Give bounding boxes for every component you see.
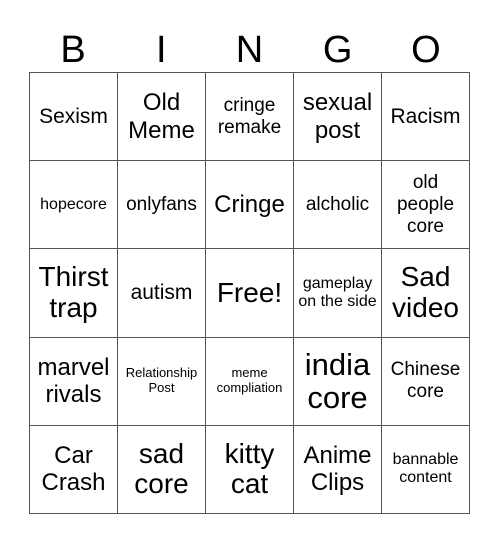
header-letter-o: O (411, 29, 441, 71)
bingo-header: B I N G O (29, 28, 470, 72)
bingo-cell[interactable]: sexual post (294, 73, 382, 162)
cell-text: marvel rivals (37, 353, 110, 409)
cell-text: autism (130, 280, 193, 304)
cell-text: hopecore (40, 195, 107, 213)
free-space-text: Free! (216, 276, 283, 308)
cell-text: gameplay on the side (298, 274, 377, 310)
cell-text: Chinese core (390, 359, 461, 403)
header-letter-b: B (60, 29, 86, 71)
header-letter-i: I (156, 29, 167, 71)
bingo-cell[interactable]: kitty cat (206, 425, 294, 514)
bingo-cell[interactable]: autism (118, 249, 206, 338)
cell-text: kitty cat (224, 437, 275, 500)
header-letter-n: N (235, 29, 264, 71)
bingo-cell[interactable]: Car Crash (30, 425, 118, 514)
cell-text: india core (304, 346, 371, 416)
cell-text: onlyfans (126, 193, 197, 215)
bingo-cell[interactable]: Anime Clips (294, 425, 382, 514)
cell-text: old people core (396, 172, 455, 237)
bingo-cell[interactable]: old people core (382, 161, 470, 250)
cell-text: sexual post (302, 89, 373, 144)
bingo-cell[interactable]: Relationship Post (118, 337, 206, 426)
bingo-cell[interactable]: Chinese core (382, 337, 470, 426)
bingo-cell[interactable]: cringe remake (206, 73, 294, 162)
cell-text: Racism (390, 104, 461, 128)
cell-text: Anime Clips (303, 441, 372, 497)
bingo-cell[interactable]: Sad video (382, 249, 470, 338)
bingo-grid: Sexism Old Meme cringe remake sexual pos… (29, 72, 470, 514)
cell-text: Thirst trap (38, 261, 109, 323)
cell-text: Old Meme (128, 89, 195, 144)
cell-text: Sexism (39, 104, 108, 128)
bingo-cell[interactable]: Thirst trap (30, 249, 118, 338)
bingo-cell[interactable]: gameplay on the side (294, 249, 382, 338)
bingo-cell[interactable]: hopecore (30, 161, 118, 250)
bingo-cell[interactable]: Cringe (206, 161, 294, 250)
cell-text: sad core (134, 437, 189, 500)
bingo-cell[interactable]: Sexism (30, 73, 118, 162)
bingo-cell[interactable]: marvel rivals (30, 337, 118, 426)
free-space-cell[interactable]: Free! (206, 249, 294, 338)
bingo-cell[interactable]: india core (294, 337, 382, 426)
cell-text: alcholic (305, 193, 370, 215)
cell-text: meme compliation (216, 365, 283, 396)
bingo-cell[interactable]: meme compliation (206, 337, 294, 426)
cell-text: Sad video (392, 261, 459, 323)
cell-text: Cringe (214, 190, 285, 218)
cell-text: Car Crash (41, 441, 106, 497)
bingo-cell[interactable]: Old Meme (118, 73, 206, 162)
cell-text: bannable content (392, 451, 459, 487)
cell-text: cringe remake (217, 94, 282, 138)
bingo-cell[interactable]: sad core (118, 425, 206, 514)
header-letter-g: G (322, 29, 353, 71)
bingo-cell[interactable]: alcholic (294, 161, 382, 250)
bingo-cell[interactable]: Racism (382, 73, 470, 162)
bingo-cell[interactable]: onlyfans (118, 161, 206, 250)
cell-text: Relationship Post (125, 365, 198, 396)
bingo-cell[interactable]: bannable content (382, 425, 470, 514)
